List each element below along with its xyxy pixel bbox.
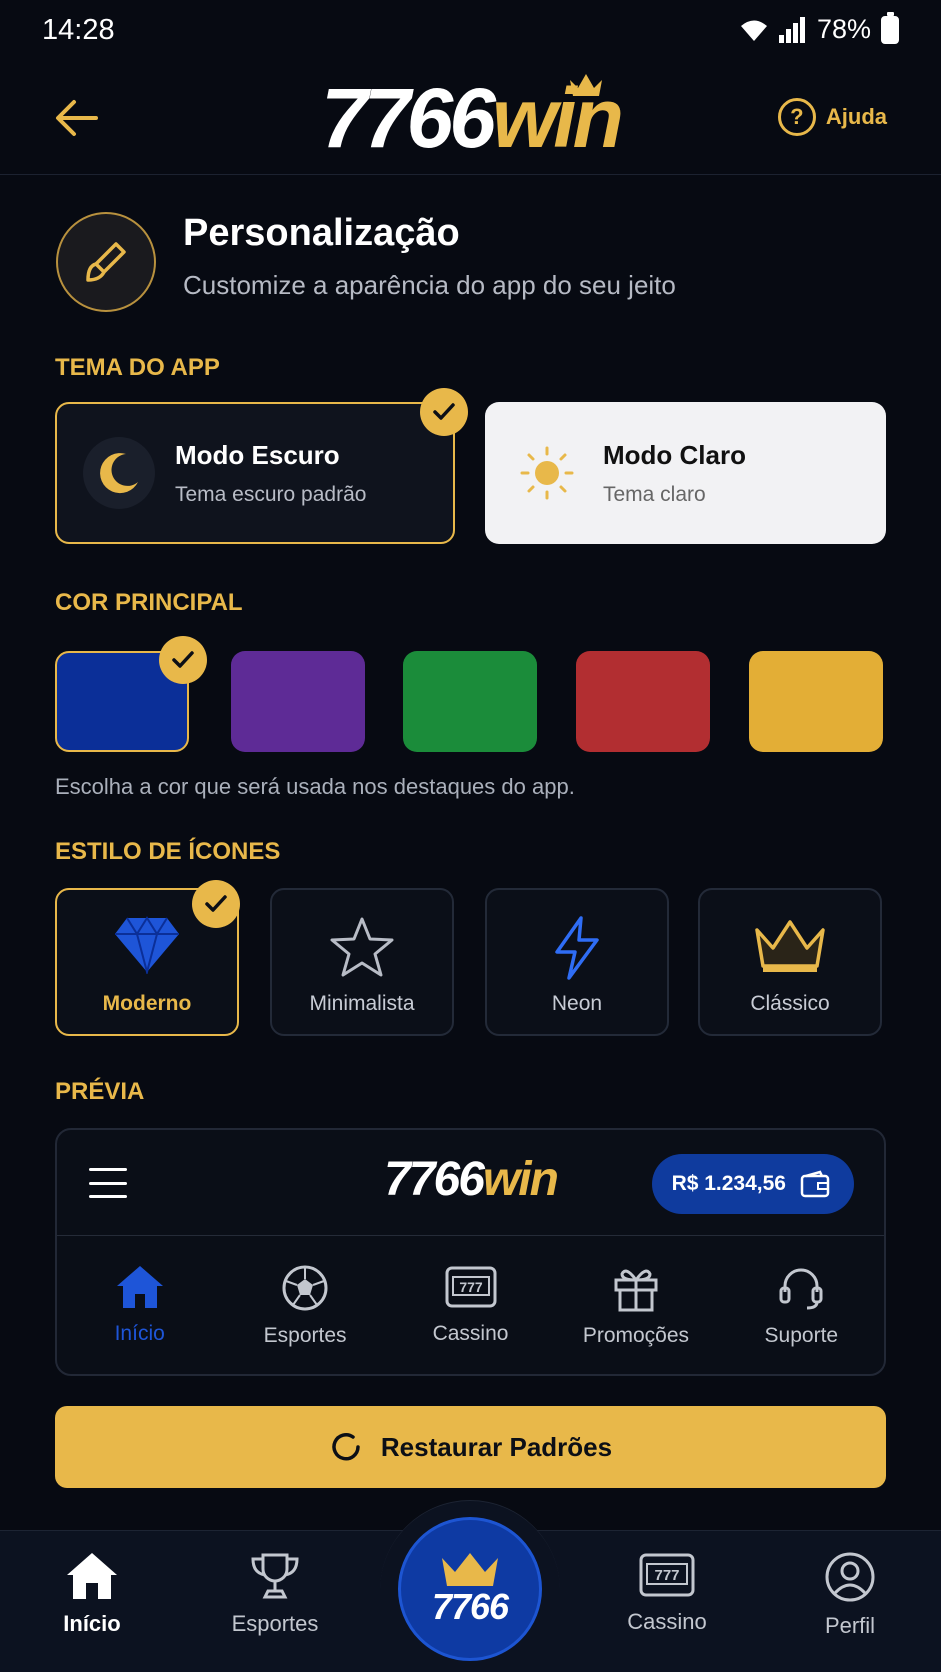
crown-icon [755, 920, 825, 972]
home-icon [116, 1266, 163, 1308]
theme-light-card[interactable]: Modo Claro Tema claro [485, 402, 886, 544]
slot-machine-icon: 777 [639, 1553, 695, 1597]
color-section-label: COR PRINCIPAL [55, 589, 243, 616]
wifi-icon [740, 20, 767, 41]
preview-nav-promocoes: Promoções [553, 1236, 718, 1374]
lightning-icon [555, 916, 599, 980]
status-icons: 78% [739, 11, 899, 45]
preview-section-label: PRÉVIA [55, 1078, 145, 1105]
color-swatch-purple[interactable] [231, 651, 365, 752]
help-button[interactable]: ? Ajuda [777, 98, 887, 136]
theme-section-label: TEMA DO APP [55, 354, 220, 381]
color-selected-check-icon [159, 636, 207, 684]
icon-style-classico-label: Clássico [750, 992, 830, 1015]
bottom-nav-center-button[interactable]: 7766 [398, 1517, 542, 1661]
svg-text:777: 777 [654, 1567, 679, 1584]
theme-dark-subtitle: Tema escuro padrão [175, 482, 367, 506]
refresh-icon [332, 1433, 360, 1461]
icon-style-classico[interactable]: Clássico [698, 888, 882, 1036]
theme-dark-title: Modo Escuro [175, 439, 340, 470]
theme-selected-check-icon [420, 388, 468, 436]
status-time: 14:28 [42, 14, 115, 46]
signal-icon [778, 16, 805, 43]
sun-icon [511, 437, 583, 509]
help-icon: ? [777, 98, 816, 136]
bottom-nav-perfil[interactable]: Perfil [780, 1551, 920, 1639]
bottom-nav-esportes[interactable]: Esportes [205, 1551, 345, 1637]
user-icon [825, 1552, 875, 1602]
wallet-icon [800, 1170, 830, 1198]
icon-style-neon[interactable]: Neon [485, 888, 669, 1036]
slot-machine-icon: 777 [445, 1266, 497, 1308]
preview-nav-suporte: Suporte [719, 1236, 884, 1374]
icon-style-minimalista-label: Minimalista [309, 992, 415, 1015]
preview-nav-inicio: Início [57, 1236, 222, 1374]
icon-style-moderno-label: Moderno [102, 992, 192, 1015]
gift-icon [614, 1269, 658, 1312]
color-swatch-gold[interactable] [749, 651, 883, 752]
preview-balance-value: R$ 1.234,56 [671, 1172, 786, 1195]
color-swatch-green[interactable] [403, 651, 537, 752]
crown-icon [442, 1553, 498, 1586]
page-title: Personalização [183, 212, 460, 254]
preview-panel: 7766win R$ 1.234,56 Início Esportes 777 … [55, 1128, 886, 1376]
battery-icon [881, 11, 899, 44]
svg-text:777: 777 [459, 1279, 483, 1295]
home-icon [67, 1553, 117, 1599]
logo-crown-icon [570, 74, 602, 96]
moon-icon [83, 437, 155, 509]
bottom-nav-center-label: 7766 [431, 1586, 509, 1627]
color-note: Escolha a cor que será usada nos destaqu… [55, 774, 575, 799]
icon-style-selected-check-icon [192, 880, 240, 928]
diamond-icon [115, 916, 179, 974]
bottom-nav-cassino[interactable]: 777 Cassino [597, 1551, 737, 1635]
headset-icon [779, 1268, 823, 1310]
theme-dark-card[interactable]: Modo Escuro Tema escuro padrão [55, 402, 455, 544]
trophy-icon [251, 1553, 299, 1599]
preview-header: 7766win R$ 1.234,56 [57, 1130, 884, 1236]
brush-icon-badge [56, 212, 156, 312]
header-divider [0, 174, 941, 175]
restore-defaults-label: Restaurar Padrões [380, 1431, 613, 1462]
help-label: Ajuda [825, 104, 887, 129]
page-subtitle: Customize a aparência do app do seu jeit… [183, 270, 676, 300]
color-swatch-red[interactable] [576, 651, 710, 752]
preview-nav-esportes: Esportes [222, 1236, 387, 1374]
preview-nav: Início Esportes 777 Cassino Promoções Su… [57, 1236, 884, 1374]
preview-balance: R$ 1.234,56 [651, 1154, 854, 1214]
battery-percent: 78% [816, 14, 871, 44]
brush-icon [86, 242, 126, 282]
icon-style-minimalista[interactable]: Minimalista [270, 888, 454, 1036]
theme-light-subtitle: Tema claro [603, 482, 706, 506]
bottom-nav-inicio[interactable]: Início [22, 1551, 162, 1637]
restore-defaults-button[interactable]: Restaurar Padrões [55, 1406, 886, 1488]
icon-style-neon-label: Neon [551, 992, 603, 1015]
star-icon [330, 917, 394, 977]
preview-nav-cassino: 777 Cassino [388, 1236, 553, 1374]
theme-light-title: Modo Claro [603, 439, 746, 470]
soccer-ball-icon [282, 1265, 328, 1311]
icon-style-section-label: ESTILO DE ÍCONES [55, 838, 281, 865]
